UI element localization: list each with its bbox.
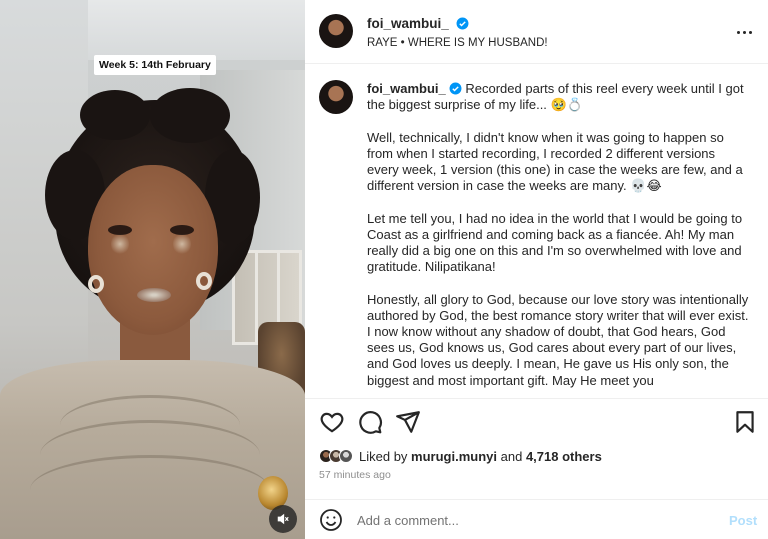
likes-text[interactable]: Liked by murugi.munyi and 4,718 others xyxy=(359,449,602,464)
earring xyxy=(88,275,104,293)
person-lips xyxy=(137,288,171,302)
likes-others-count[interactable]: 4,718 others xyxy=(526,449,602,464)
caption-text: foi_wambui_ Recorded parts of this reel … xyxy=(367,81,749,397)
verified-badge-icon xyxy=(456,17,469,30)
eye-sparkle xyxy=(111,233,129,255)
liker-username[interactable]: murugi.munyi xyxy=(411,449,497,464)
hair-curl xyxy=(80,90,150,140)
header-username-row: foi_wambui_ xyxy=(367,15,469,33)
more-dots-icon[interactable] xyxy=(734,22,754,42)
week-label: Week 5: 14th February xyxy=(94,55,216,75)
liker-avatar xyxy=(339,449,353,463)
paper-plane-icon[interactable] xyxy=(395,409,421,435)
header-username[interactable]: foi_wambui_ xyxy=(367,16,449,31)
action-bar xyxy=(305,398,768,442)
speaker-muted-icon[interactable] xyxy=(269,505,297,533)
post-panel: foi_wambui_ RAYE • WHERE IS MY HUSBAND! … xyxy=(305,0,768,539)
eye-sparkle xyxy=(173,233,191,255)
reel-video[interactable]: Week 5: 14th February xyxy=(0,0,305,539)
comment-input[interactable] xyxy=(357,509,717,531)
verified-badge-icon xyxy=(449,82,462,95)
fabric-drape xyxy=(30,455,270,525)
caption-first-paragraph: foi_wambui_ Recorded parts of this reel … xyxy=(367,81,749,113)
caption-paragraph: Well, technically, I didn't know when it… xyxy=(367,129,743,194)
caption-avatar[interactable] xyxy=(319,80,353,114)
smiley-icon[interactable] xyxy=(319,508,343,532)
earring xyxy=(196,272,212,290)
audio-track[interactable]: RAYE • WHERE IS MY HUSBAND! xyxy=(367,37,548,49)
bookmark-icon[interactable] xyxy=(732,409,758,435)
post-timestamp[interactable]: 57 minutes ago xyxy=(319,469,391,481)
post-header: foi_wambui_ RAYE • WHERE IS MY HUSBAND! xyxy=(305,0,768,64)
likes-row: Liked by murugi.munyi and 4,718 others xyxy=(319,446,602,466)
comment-bubble-icon[interactable] xyxy=(357,409,383,435)
heart-icon[interactable] xyxy=(319,409,345,435)
caption-scroll[interactable]: foi_wambui_ Recorded parts of this reel … xyxy=(305,65,768,397)
likes-conjunction: and xyxy=(500,448,523,464)
post-button[interactable]: Post xyxy=(729,513,757,528)
comment-bar: Post xyxy=(305,499,768,539)
likes-prefix: Liked by xyxy=(359,448,408,464)
person-face xyxy=(88,165,218,335)
caption-username[interactable]: foi_wambui_ xyxy=(367,81,446,96)
avatar[interactable] xyxy=(319,14,353,48)
caption-paragraph: Honestly, all glory to God, because our … xyxy=(367,291,749,388)
hair-curl xyxy=(150,88,230,143)
caption-paragraph: Let me tell you, I had no idea in the wo… xyxy=(367,210,743,275)
